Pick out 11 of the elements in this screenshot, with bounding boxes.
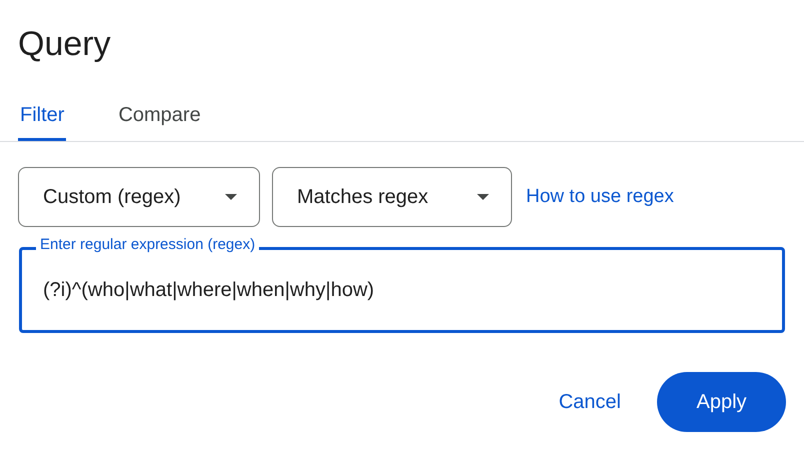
dialog-title: Query <box>17 24 112 65</box>
apply-button[interactable]: Apply <box>657 372 786 432</box>
dropdown[interactable]: Custom (regex) <box>18 167 260 227</box>
caret-icon <box>477 194 489 200</box>
tab[interactable]: Filter <box>18 85 66 141</box>
help-link[interactable]: How to use regex <box>526 186 674 208</box>
cancel-button[interactable]: Cancel <box>544 372 635 432</box>
field-label: Enter regular expression (regex) <box>36 236 260 253</box>
caret-icon <box>225 194 237 200</box>
tab[interactable]: Compare <box>116 85 203 141</box>
dropdown[interactable]: Matches regex <box>272 167 512 227</box>
